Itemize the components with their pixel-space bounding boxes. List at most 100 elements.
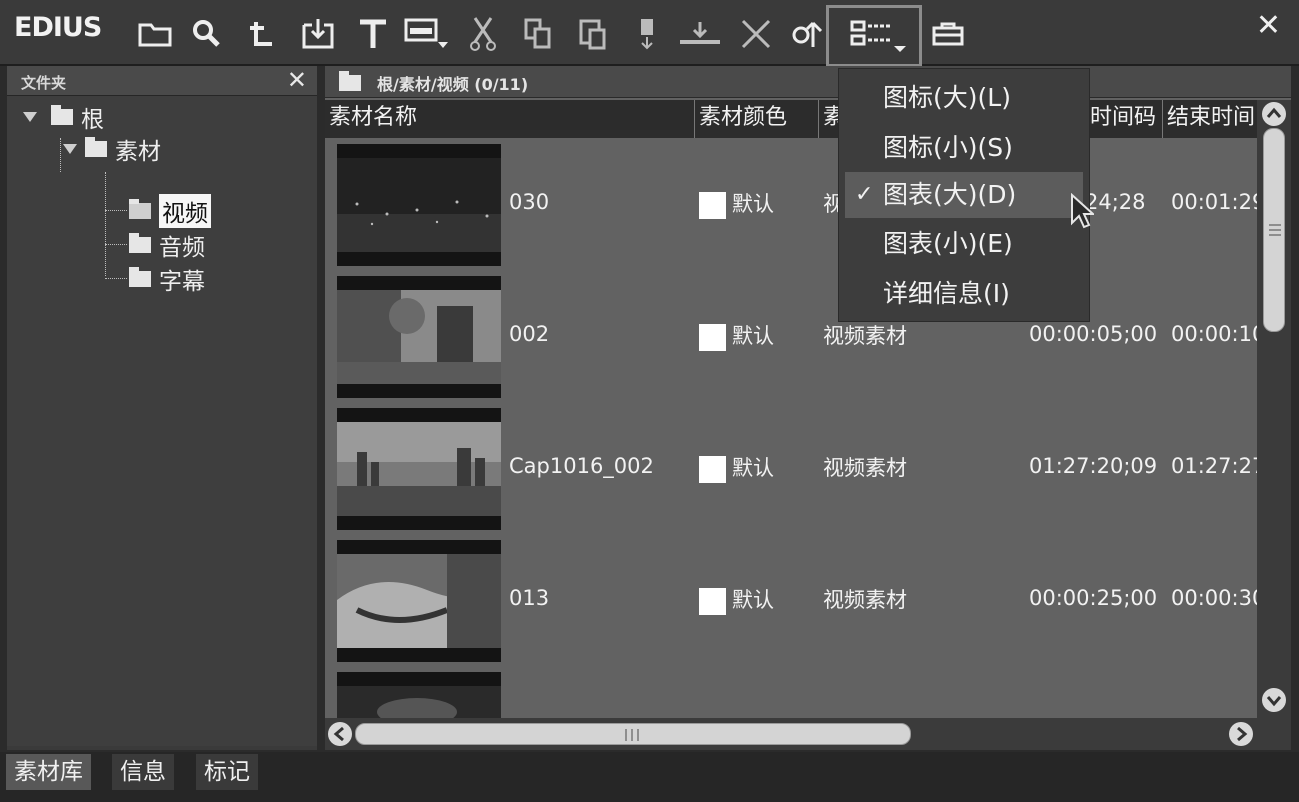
clip-thumbnail [337, 540, 501, 662]
folder-panel-title: 文件夹 [21, 74, 67, 92]
scroll-left-arrow-icon[interactable] [328, 722, 352, 746]
tree-item-label: 音频 [159, 235, 205, 261]
path-bar: 根/素材/视频 (0/11) [325, 66, 1291, 98]
horizontal-scrollbar[interactable] [325, 718, 1257, 750]
tab-markers[interactable]: 标记 [196, 754, 258, 790]
folder-icon [129, 233, 151, 253]
column-header: 素材名称 素材颜色 素 时间码 结束时间 [325, 100, 1257, 138]
table-row[interactable]: 030 默认 视 24;28 00:01:29 [325, 138, 1257, 269]
clip-end-time: 01:27:27 [1171, 454, 1257, 478]
clip-timecode: 00:00:25;00 [1029, 586, 1158, 610]
menu-item-label: 图标(小)(S) [883, 133, 1013, 162]
folder-panel-header: 文件夹 ✕ [7, 66, 317, 96]
clip-name: 030 [509, 190, 550, 214]
clip-color-label: 默认 [732, 588, 774, 612]
title-icon[interactable] [350, 12, 396, 56]
clip-thumbnail [337, 276, 501, 398]
bin-icon[interactable] [925, 12, 971, 56]
clip-rows: 030 默认 视 24;28 00:01:29 002 默认 视频素材 00:0… [325, 138, 1257, 718]
tree-item-label: 视频 [159, 194, 211, 228]
tree-item-audio[interactable]: 音频 [129, 230, 205, 261]
menu-item-label: 详细信息(I) [883, 279, 1010, 308]
delete-icon[interactable] [733, 12, 779, 56]
menu-item-chart-large[interactable]: ✓ 图表(大)(D) [845, 172, 1083, 218]
clip-color: 默认 [699, 584, 774, 615]
clip-end-time: 00:00:10 [1171, 322, 1257, 346]
toolbar: EDIUS ✕ [0, 0, 1299, 67]
tree-item-label: 根 [81, 107, 104, 133]
tab-info[interactable]: 信息 [112, 754, 174, 790]
column-header-end[interactable]: 结束时间 [1163, 100, 1257, 138]
clip-color: 默认 [699, 320, 774, 351]
view-mode-menu: 图标(大)(L) 图标(小)(S) ✓ 图表(大)(D) 图表(小)(E) 详细信… [838, 68, 1090, 322]
insert-icon[interactable] [677, 12, 723, 56]
menu-item-label: 图标(大)(L) [883, 83, 1011, 112]
tree-item-subtitle[interactable]: 字幕 [129, 264, 205, 295]
vertical-scrollbar[interactable] [1257, 100, 1291, 718]
menu-item-chart-small[interactable]: 图表(小)(E) [845, 221, 1083, 267]
folder-icon [85, 137, 107, 157]
tree-item-root[interactable]: 根 [23, 102, 104, 133]
tab-bin[interactable]: 素材库 [6, 754, 91, 790]
clip-color: 默认 [699, 188, 774, 219]
clip-name: Cap1016_002 [509, 454, 654, 478]
view-mode-icon[interactable] [826, 5, 922, 67]
close-icon[interactable]: ✕ [1256, 8, 1281, 43]
menu-item-icon-large[interactable]: 图标(大)(L) [845, 75, 1083, 121]
menu-item-icon-small[interactable]: 图标(小)(S) [845, 125, 1083, 171]
add-to-timeline-icon[interactable] [403, 12, 449, 56]
open-folder-icon [129, 199, 151, 219]
up-level-icon[interactable] [240, 12, 286, 56]
clip-thumbnail [337, 144, 501, 266]
scroll-up-arrow-icon[interactable] [1262, 102, 1286, 126]
clip-color-label: 默认 [732, 192, 774, 216]
clip-name: 002 [509, 322, 550, 346]
clip-thumbnail [337, 672, 501, 718]
folder-icon [129, 267, 151, 287]
expand-arrow-icon[interactable] [63, 144, 77, 154]
table-row[interactable]: 013 默认 视频素材 00:00:25;00 00:00:30 [325, 534, 1257, 665]
add-to-player-icon[interactable] [624, 12, 670, 56]
bottom-tab-bar: 素材库 信息 标记 [0, 752, 1299, 802]
menu-item-label: 图表(大)(D) [883, 180, 1017, 209]
check-icon: ✓ [855, 182, 874, 207]
color-swatch [699, 587, 726, 615]
scroll-down-arrow-icon[interactable] [1262, 688, 1286, 712]
clip-timecode: 00:00:05;00 [1029, 322, 1158, 346]
clip-list-panel: 根/素材/视频 (0/11) 素材名称 素材颜色 素 时间码 结束时间 030 … [325, 66, 1291, 750]
import-icon[interactable] [295, 12, 341, 56]
clip-end-time: 00:01:29 [1171, 190, 1257, 214]
clip-color: 默认 [699, 452, 774, 483]
table-row[interactable]: Cap1016_002 默认 视频素材 01:27:20;09 01:27:27 [325, 402, 1257, 533]
clip-type: 视频素材 [823, 588, 907, 612]
scroll-right-arrow-icon[interactable] [1229, 722, 1253, 746]
close-icon[interactable]: ✕ [287, 66, 307, 94]
clip-type: 视频素材 [823, 456, 907, 480]
clip-thumbnail [337, 408, 501, 530]
tree-item-video[interactable]: 视频 [129, 194, 211, 228]
table-row[interactable] [325, 666, 1257, 718]
color-swatch [699, 191, 726, 219]
expand-arrow-icon[interactable] [23, 112, 37, 122]
clip-end-time: 00:00:30 [1171, 586, 1257, 610]
app-logo: EDIUS [14, 12, 102, 43]
tree-item-material[interactable]: 素材 [63, 134, 161, 165]
scroll-thumb[interactable] [1263, 128, 1285, 332]
column-header-name[interactable]: 素材名称 [325, 100, 695, 138]
search-icon[interactable] [184, 12, 230, 56]
mouse-cursor-icon [1070, 192, 1096, 233]
folder-panel: 文件夹 ✕ 根 素材 视频 音频 字幕 [7, 66, 317, 750]
menu-item-label: 图表(小)(E) [883, 229, 1013, 258]
cut-icon[interactable] [460, 12, 506, 56]
folder-tree: 根 素材 视频 音频 字幕 [7, 96, 317, 746]
tree-item-label: 素材 [115, 139, 161, 165]
column-header-color[interactable]: 素材颜色 [695, 100, 819, 138]
folder-icon [51, 105, 73, 125]
scrollbar-corner [1257, 718, 1291, 750]
paste-icon[interactable] [570, 12, 616, 56]
new-folder-icon[interactable] [132, 12, 178, 56]
scroll-thumb[interactable] [355, 723, 911, 745]
menu-item-details[interactable]: 详细信息(I) [845, 271, 1083, 317]
copy-icon[interactable] [515, 12, 561, 56]
table-row[interactable]: 002 默认 视频素材 00:00:05;00 00:00:10 [325, 270, 1257, 401]
